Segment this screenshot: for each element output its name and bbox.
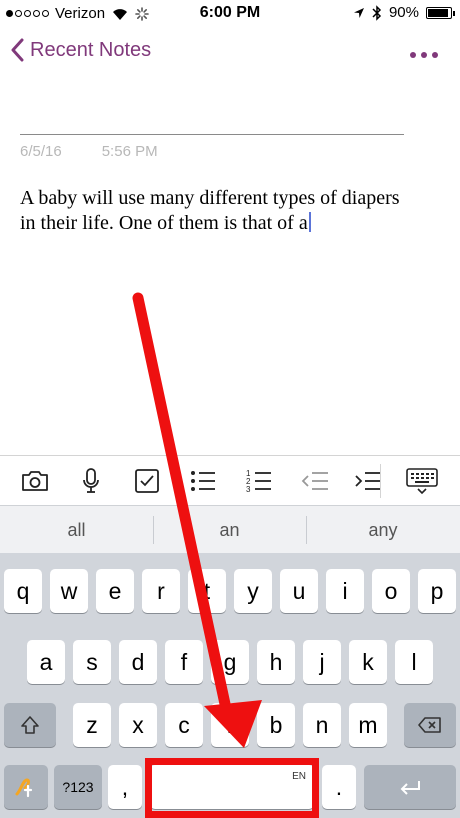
key-b[interactable]: b [257, 703, 295, 747]
suggestion-item[interactable]: all [0, 506, 153, 554]
predictive-text-bar: all an any [0, 505, 460, 553]
key-e[interactable]: e [96, 569, 134, 613]
svg-text:3: 3 [246, 485, 251, 494]
key-d[interactable]: d [119, 640, 157, 684]
chevron-left-icon [11, 38, 24, 62]
battery-icon [426, 6, 455, 19]
title-divider [20, 134, 404, 135]
key-r[interactable]: r [142, 569, 180, 613]
backspace-icon [418, 717, 441, 733]
key-o[interactable]: o [372, 569, 410, 613]
navigation-bar: Recent Notes [0, 30, 460, 74]
text-cursor [308, 212, 311, 232]
return-icon [400, 781, 420, 795]
key-i[interactable]: i [326, 569, 364, 613]
indent-icon[interactable] [352, 466, 382, 496]
key-a[interactable]: a [27, 640, 65, 684]
status-bar: Verizon 6:00 PM 90% [0, 0, 460, 28]
key-l[interactable]: l [395, 640, 433, 684]
more-options-icon[interactable] [410, 52, 438, 58]
key-c[interactable]: c [165, 703, 203, 747]
bluetooth-icon [372, 4, 382, 21]
checkbox-icon[interactable] [132, 466, 162, 496]
key-y[interactable]: y [234, 569, 272, 613]
status-indicators: 90% [353, 4, 455, 21]
shift-key[interactable] [4, 703, 56, 747]
note-body-editor[interactable]: A baby will use many different types of … [20, 186, 420, 236]
key-n[interactable]: n [303, 703, 341, 747]
comma-key[interactable]: , [108, 765, 142, 809]
microphone-icon[interactable] [76, 466, 106, 496]
formatting-toolbar: 123 [0, 455, 460, 505]
key-j[interactable]: j [303, 640, 341, 684]
note-date: 6/5/16 [20, 143, 62, 160]
key-t[interactable]: t [188, 569, 226, 613]
key-f[interactable]: f [165, 640, 203, 684]
numbers-key[interactable]: ?123 [54, 765, 102, 809]
key-h[interactable]: h [257, 640, 295, 684]
keyboard-dismiss-icon[interactable] [404, 466, 440, 496]
key-p[interactable]: p [418, 569, 456, 613]
key-v[interactable]: v [211, 703, 249, 747]
key-m[interactable]: m [349, 703, 387, 747]
camera-icon[interactable] [20, 466, 50, 496]
period-key[interactable]: . [322, 765, 356, 809]
back-label: Recent Notes [30, 38, 152, 61]
key-z[interactable]: z [73, 703, 111, 747]
key-g[interactable]: g [211, 640, 249, 684]
location-arrow-icon [353, 7, 364, 18]
outdent-icon[interactable] [300, 466, 330, 496]
backspace-key[interactable] [404, 703, 456, 747]
swype-logo-icon [15, 778, 33, 798]
swype-key[interactable] [4, 765, 48, 809]
key-x[interactable]: x [119, 703, 157, 747]
space-key-highlight [145, 758, 319, 818]
suggestion-item[interactable]: any [306, 506, 460, 554]
key-k[interactable]: k [349, 640, 387, 684]
battery-percent: 90% [388, 4, 419, 21]
key-q[interactable]: q [4, 569, 42, 613]
toolbar-divider [380, 464, 381, 498]
shift-icon [21, 716, 39, 734]
return-key[interactable] [364, 765, 456, 809]
numbered-list-icon[interactable]: 123 [244, 466, 274, 496]
note-time: 5:56 PM [101, 143, 158, 160]
back-button[interactable]: Recent Notes [10, 38, 151, 62]
suggestion-item[interactable]: an [153, 506, 306, 554]
key-u[interactable]: u [280, 569, 318, 613]
note-body-text: A baby will use many different types of … [20, 187, 400, 234]
key-w[interactable]: w [50, 569, 88, 613]
key-s[interactable]: s [73, 640, 111, 684]
bullet-list-icon[interactable] [188, 466, 218, 496]
note-timestamp: 6/5/16 5:56 PM [20, 143, 158, 160]
